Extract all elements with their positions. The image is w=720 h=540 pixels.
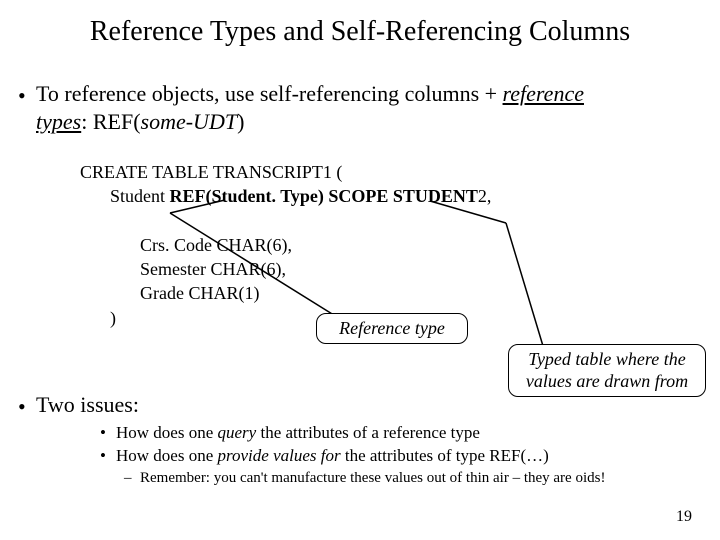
page-number: 19 (676, 508, 692, 526)
callout-reference-type: Reference type (316, 313, 468, 344)
callout-typed-table: Typed table where the values are drawn f… (508, 344, 706, 397)
sb-p1a: How does one (116, 446, 218, 465)
sub-bullet-query: How does one query the attributes of a r… (100, 422, 605, 445)
bullet-two-issues: • Two issues: (36, 392, 139, 418)
sb-p1c: the attributes of type REF(…) (341, 446, 549, 465)
two-issues-text: Two issues: (36, 392, 139, 417)
sub-bullet-provide: How does one provide values for the attr… (100, 445, 605, 468)
sub-bullet-remember: Remember: you can't manufacture these va… (124, 468, 605, 488)
sb-p1b: provide values for (218, 446, 341, 465)
bullet-dot-icon: • (18, 394, 26, 420)
sb-q1a: How does one (116, 423, 218, 442)
callout-typed-l2: values are drawn from (523, 371, 691, 393)
callout-typed-l1: Typed table where the (523, 349, 691, 371)
sb-q1b: query (218, 423, 257, 442)
sub-bullets: How does one query the attributes of a r… (100, 422, 605, 488)
sb-q1c: the attributes of a reference type (256, 423, 480, 442)
